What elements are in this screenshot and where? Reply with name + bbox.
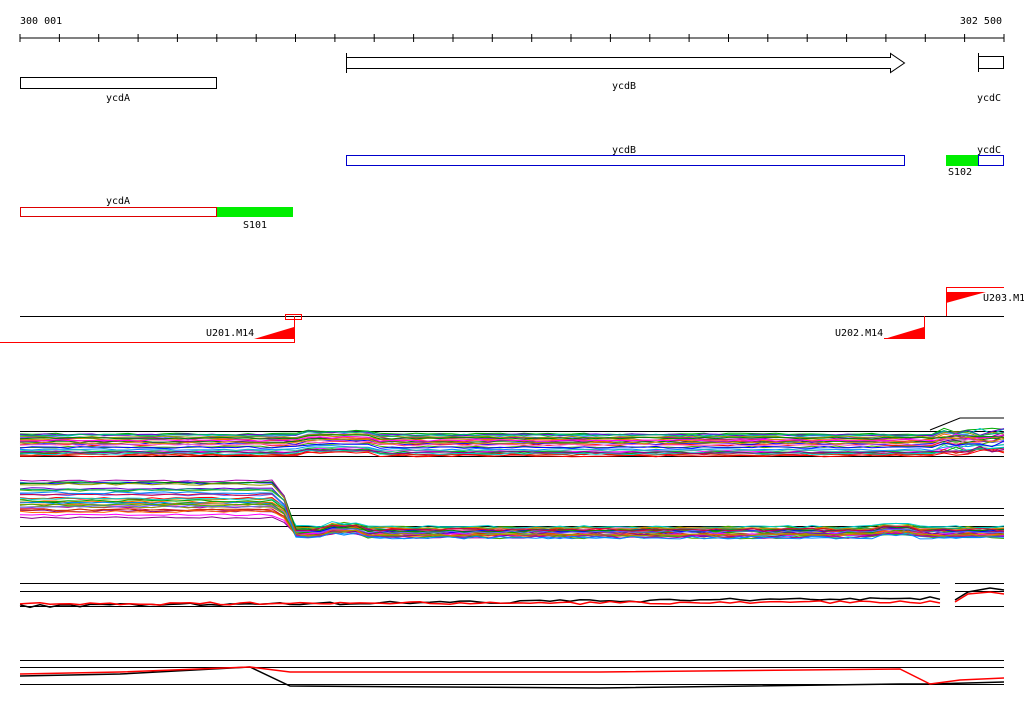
pred-gene-ycdA[interactable]	[20, 207, 217, 217]
reference-gene-track: ycdA ycdB ycdC	[20, 52, 1004, 104]
pred-ycdC-label: ycdC	[977, 145, 1001, 156]
gene-ycdB-label: ycdB	[612, 81, 636, 92]
insert-S101[interactable]	[217, 207, 293, 217]
transcript-U201-marker[interactable]	[254, 327, 294, 339]
pred-gene-ycdC[interactable]	[978, 155, 1004, 166]
signal-tracks	[19, 417, 1005, 689]
gene-ycdB-arrow[interactable]	[346, 52, 906, 74]
gene-ycdA[interactable]	[20, 77, 217, 89]
insert-S102[interactable]	[946, 155, 978, 166]
gene-ycdC-label: ycdC	[977, 93, 1001, 104]
transcript-U202-label: U202.M14	[835, 328, 883, 339]
transcript-track: U201.M14 U202.M14 U203.M1	[0, 287, 1024, 343]
gene-ycdC[interactable]	[978, 56, 1004, 69]
transcript-U201-label: U201.M14	[206, 328, 254, 339]
coordinate-ruler: 300 001 302 500	[19, 16, 1005, 42]
insert-S102-label: S102	[948, 167, 972, 178]
ruler-end-label: 302 500	[960, 16, 1002, 27]
signal-trace	[19, 497, 1005, 529]
transcript-U202-marker[interactable]	[884, 327, 924, 339]
pred-ycdA-label: ycdA	[106, 196, 130, 207]
insert-S101-label: S101	[243, 220, 267, 231]
transcript-U203-marker[interactable]	[946, 292, 986, 303]
gene-ycdA-label: ycdA	[106, 93, 130, 104]
genome-browser-view: 300 001 302 500 ycdA ycdB ycdC ycdB ycdC…	[0, 16, 1024, 689]
pred-gene-ycdB[interactable]	[346, 155, 905, 166]
signal-trace	[19, 666, 1005, 685]
transcript-U203-label: U203.M1	[983, 293, 1024, 304]
ruler-start-label: 300 001	[20, 16, 62, 27]
predicted-gene-track: ycdB ycdC S102 ycdA S101	[20, 145, 1004, 231]
pred-ycdB-label: ycdB	[612, 145, 636, 156]
signal-trace	[954, 591, 1005, 603]
